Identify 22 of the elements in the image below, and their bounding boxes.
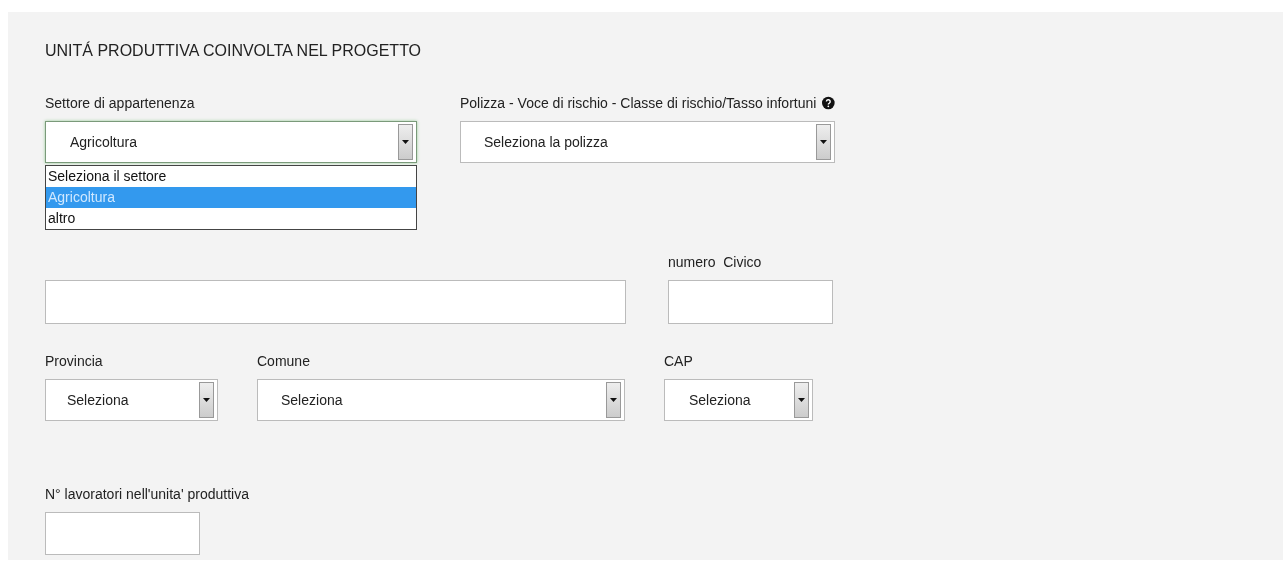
- input-field[interactable]: [45, 512, 200, 555]
- field-label: Comune: [257, 352, 310, 370]
- caret-icon: [402, 140, 409, 144]
- caret-icon: [203, 398, 210, 402]
- field-label: Polizza - Voce di rischio - Classe di rischio/Tasso infortuni: [460, 94, 817, 112]
- select-field[interactable]: Agricoltura: [45, 121, 417, 163]
- select-field[interactable]: Seleziona: [664, 379, 813, 421]
- field-label: Settore di appartenenza: [45, 94, 195, 112]
- field-label: CAP: [664, 352, 693, 370]
- select-field[interactable]: Seleziona: [45, 379, 218, 421]
- section-title: UNITÁ PRODUTTIVA COINVOLTA NEL PROGETTO: [45, 42, 423, 60]
- select-field[interactable]: Seleziona: [257, 379, 625, 421]
- select-field[interactable]: Seleziona la polizza: [460, 121, 835, 163]
- caret-icon: [820, 140, 827, 144]
- help-icon[interactable]: [822, 95, 835, 111]
- caret-icon: [610, 398, 617, 402]
- input-field[interactable]: [668, 280, 833, 324]
- input-field[interactable]: [45, 280, 626, 324]
- field-label: Provincia: [45, 352, 103, 370]
- field-label: N° lavoratori nell'unita' produttiva: [45, 485, 249, 503]
- field-label: numero Civico: [668, 253, 762, 271]
- caret-icon: [798, 398, 805, 402]
